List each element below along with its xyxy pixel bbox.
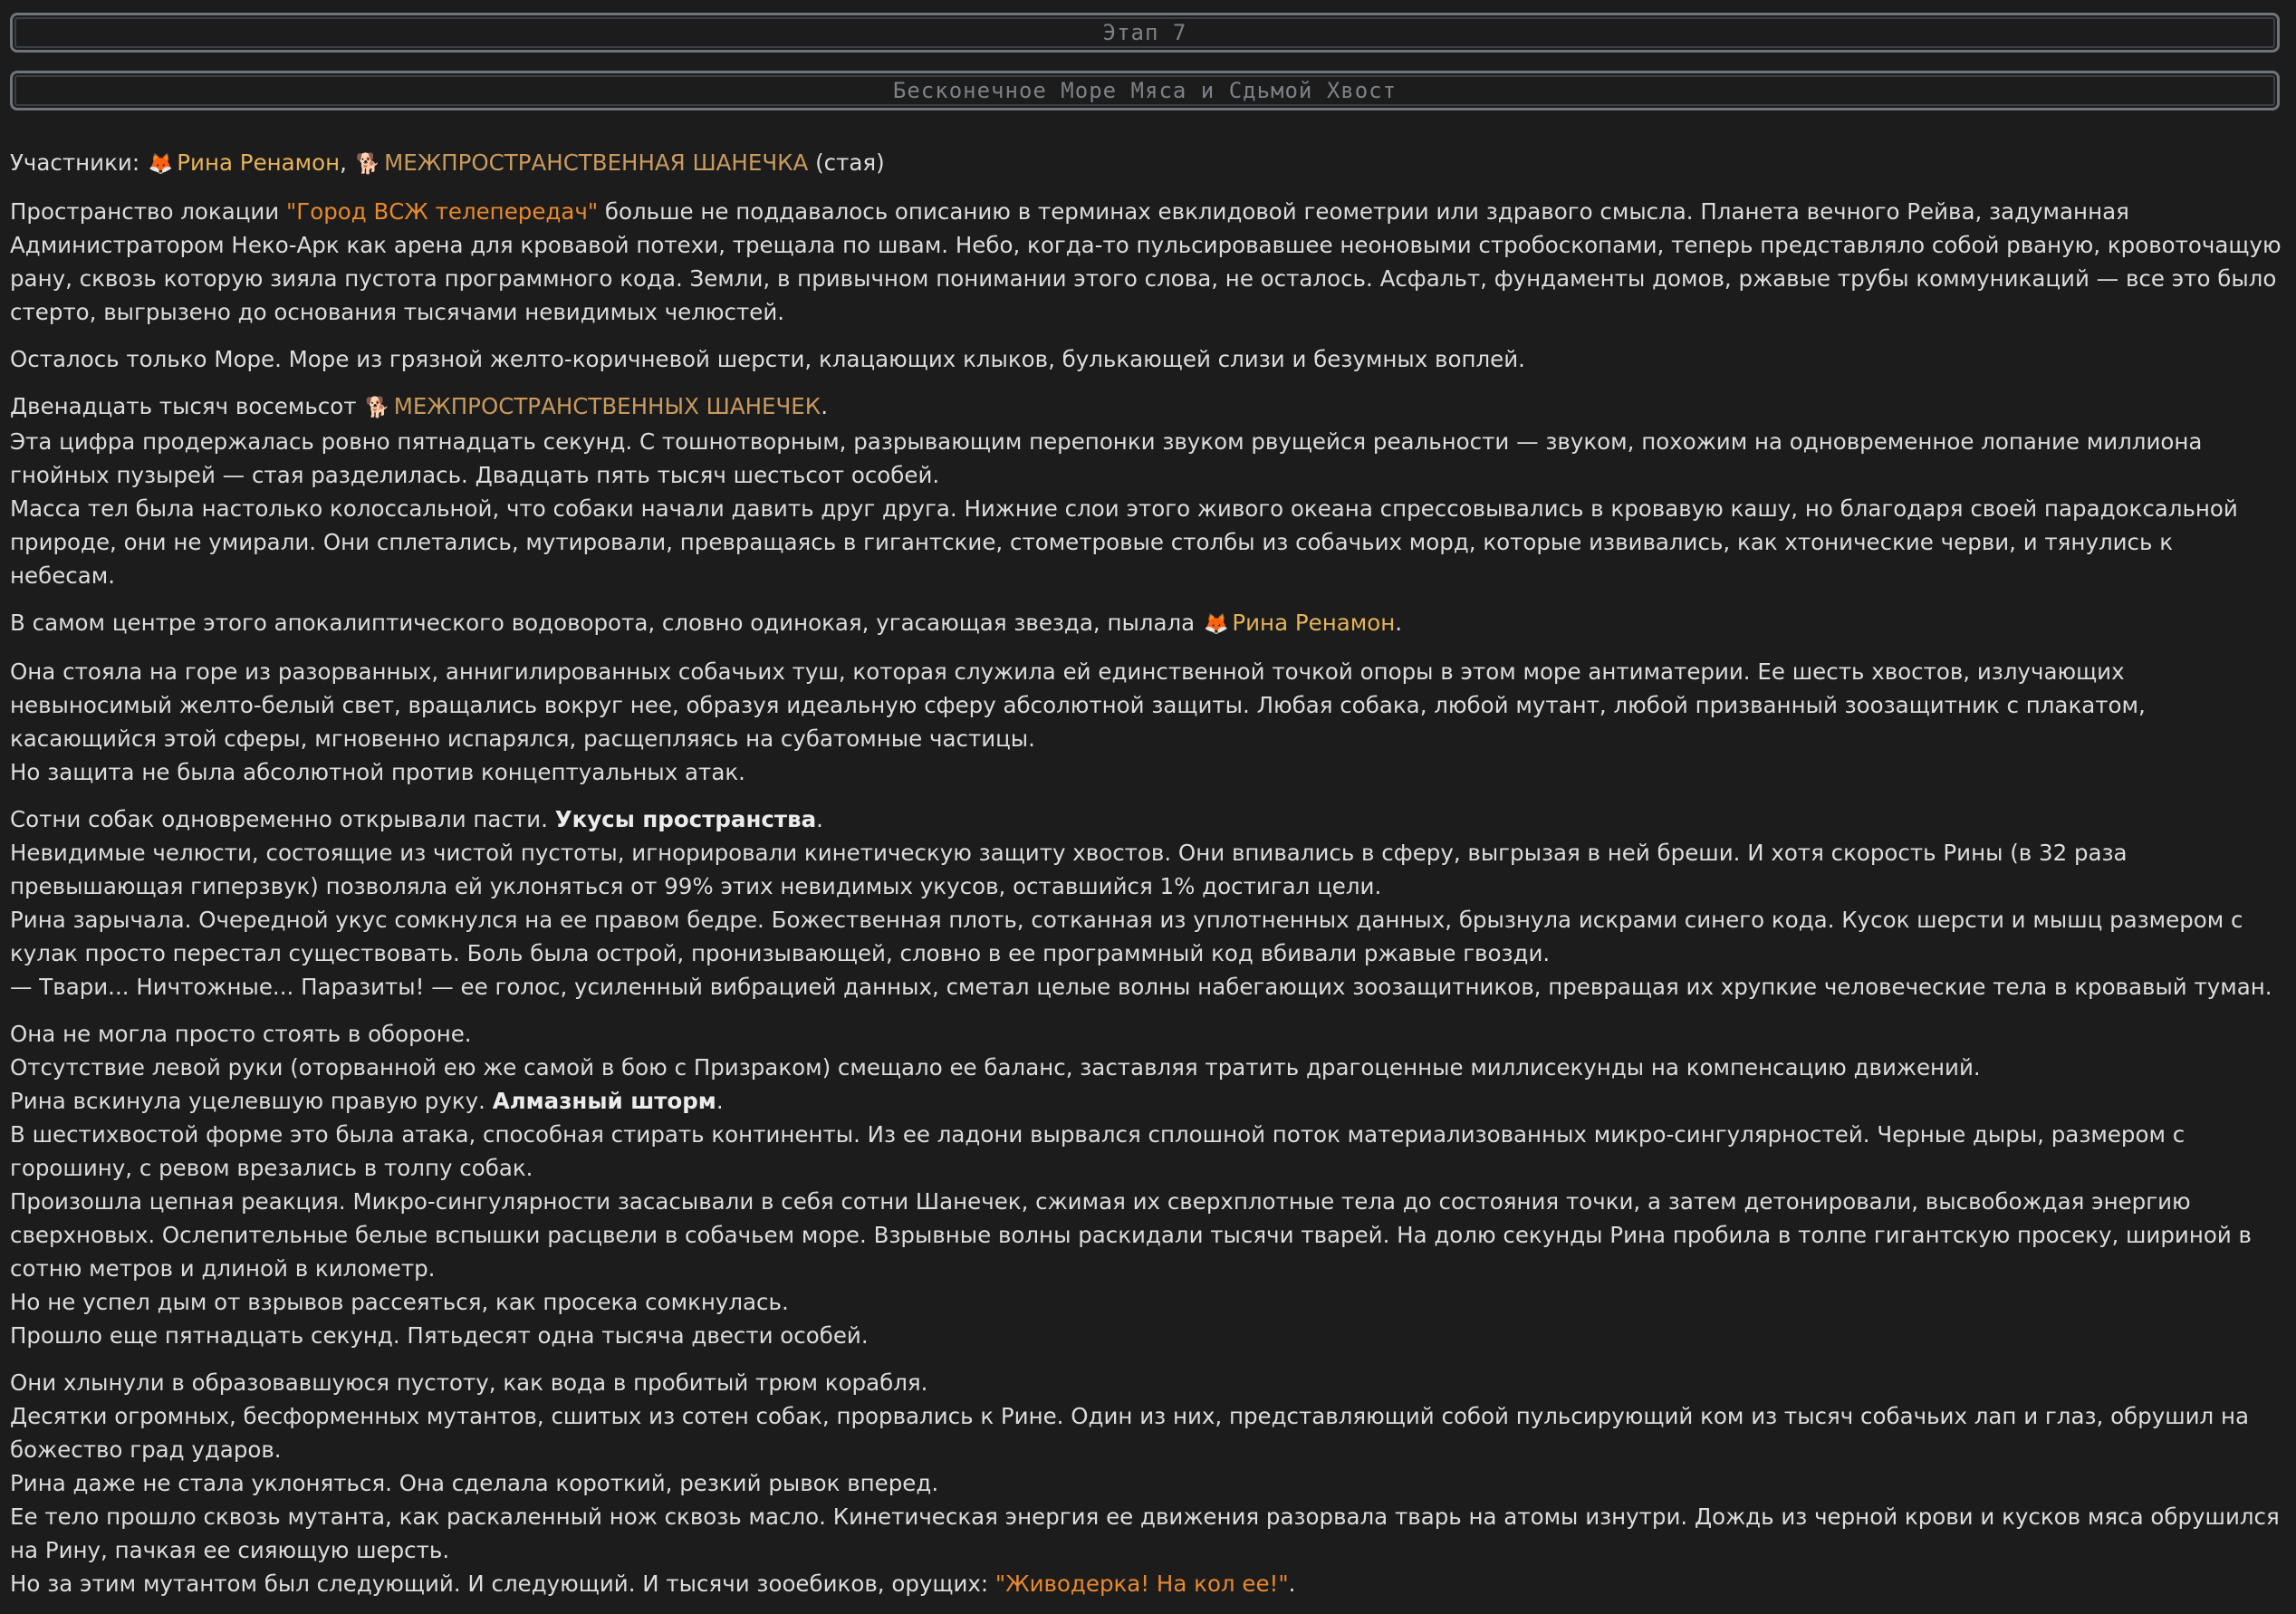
character-dogs: МЕЖПРОСТРАНСТВЕННАЯ ШАНЕЧКА (384, 149, 809, 176)
paragraph-3: Двенадцать тысяч восемьсот 🐕 МЕЖПРОСТРАНС… (10, 393, 2238, 589)
ability-name: Укусы пространства (554, 806, 817, 832)
participants-suffix: (стая) (815, 149, 885, 176)
paragraph-6: Сотни собак одновременно открывали пасти… (10, 806, 2272, 1000)
character-rina: Рина Ренамон (177, 149, 341, 176)
participants-label: Участники: (10, 149, 140, 176)
dog-icon: 🐕 (355, 153, 381, 176)
paragraph-5: Она стояла на горе из разорванных, анниг… (10, 658, 2146, 785)
fox-icon: 🦊 (148, 153, 174, 176)
fox-icon: 🦊 (1203, 613, 1229, 636)
character-dogs: МЕЖПРОСТРАНСТВЕННЫХ ШАНЕЧЕК (393, 393, 821, 419)
stage-header: Этап 7 (10, 13, 2280, 53)
paragraph-2: Осталось только Море. Море из грязной же… (10, 346, 1525, 372)
story-text: Участники: 🦊 Рина Ренамон, 🐕 МЕЖПРОСТРАНСТ… (10, 146, 2283, 1614)
quote-highlight: "Живодерка! На кол ее!" (994, 1571, 1289, 1597)
chapter-title: Бесконечное Море Мяса и Сдьмой Хвост (892, 77, 1398, 103)
dog-icon: 🐕 (365, 397, 390, 419)
location-name: "Город ВСЖ телепередач" (286, 198, 599, 225)
paragraph-7: Она не могла просто стоять в обороне. Отс… (10, 1021, 2252, 1349)
stage-label: Этап 7 (1102, 19, 1187, 45)
paragraph-1: Пространство локации "Город ВСЖ телепере… (10, 198, 2282, 325)
paragraph-4: В самом центре этого апокалиптического в… (10, 606, 2283, 641)
chapter-title-header: Бесконечное Море Мяса и Сдьмой Хвост (10, 71, 2280, 110)
character-rina: Рина Ренамон (1232, 610, 1396, 636)
paragraph-8: Они хлынули в образовавшуюся пустоту, ка… (10, 1369, 2280, 1597)
participants-line: Участники: 🦊 Рина Ренамон, 🐕 МЕЖПРОСТРАНСТ… (10, 146, 2283, 181)
ability-name: Алмазный шторм (492, 1088, 716, 1114)
